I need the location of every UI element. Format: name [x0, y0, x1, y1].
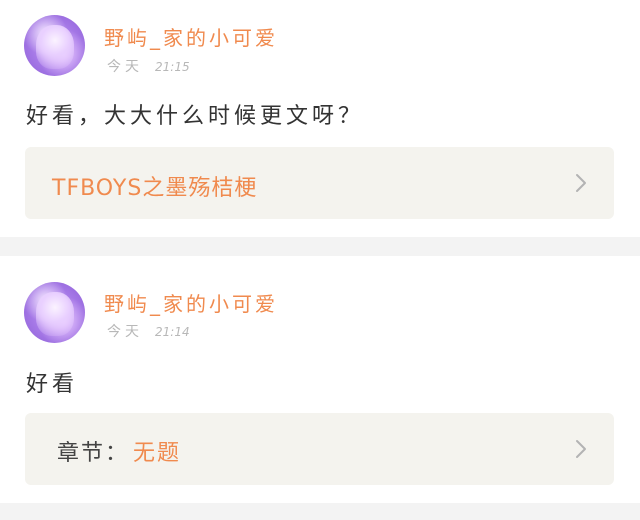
- avatar-figure: [36, 25, 74, 69]
- comment-time: 21:14: [155, 325, 190, 339]
- chevron-right-icon: [576, 174, 586, 192]
- comment-text: 好看，大大什么时候更文呀？: [26, 104, 365, 129]
- comment-time: 21:15: [155, 60, 190, 74]
- chevron-right-icon: [576, 440, 586, 458]
- referenced-work-title: TFBOYS之墨殇桔梗: [52, 176, 258, 201]
- comment-meta: 今天 21:15: [107, 56, 190, 76]
- username[interactable]: 野屿_家的小可爱: [104, 22, 278, 51]
- chapter-label: 章节：: [57, 441, 130, 466]
- avatar[interactable]: [24, 282, 85, 343]
- comment-text: 好看: [26, 372, 79, 397]
- comment-day: 今天: [107, 59, 143, 75]
- comment-day: 今天: [107, 324, 143, 340]
- chapter-title: 无题: [133, 441, 182, 466]
- comment-card: 野屿_家的小可爱 今天 21:15 好看，大大什么时候更文呀？ TFBOYS之墨殇…: [0, 0, 640, 237]
- avatar-figure: [36, 292, 74, 336]
- referenced-chapter-link[interactable]: 章节： 无题: [25, 413, 614, 485]
- comment-feed: 野屿_家的小可爱 今天 21:15 好看，大大什么时候更文呀？ TFBOYS之墨殇…: [0, 0, 640, 520]
- username[interactable]: 野屿_家的小可爱: [104, 288, 278, 317]
- referenced-chapter: 章节： 无题: [57, 435, 181, 467]
- avatar[interactable]: [24, 15, 85, 76]
- referenced-work-link[interactable]: TFBOYS之墨殇桔梗: [25, 147, 614, 219]
- comment-card: 野屿_家的小可爱 今天 21:14 好看 章节： 无题: [0, 256, 640, 503]
- comment-meta: 今天 21:14: [107, 321, 190, 341]
